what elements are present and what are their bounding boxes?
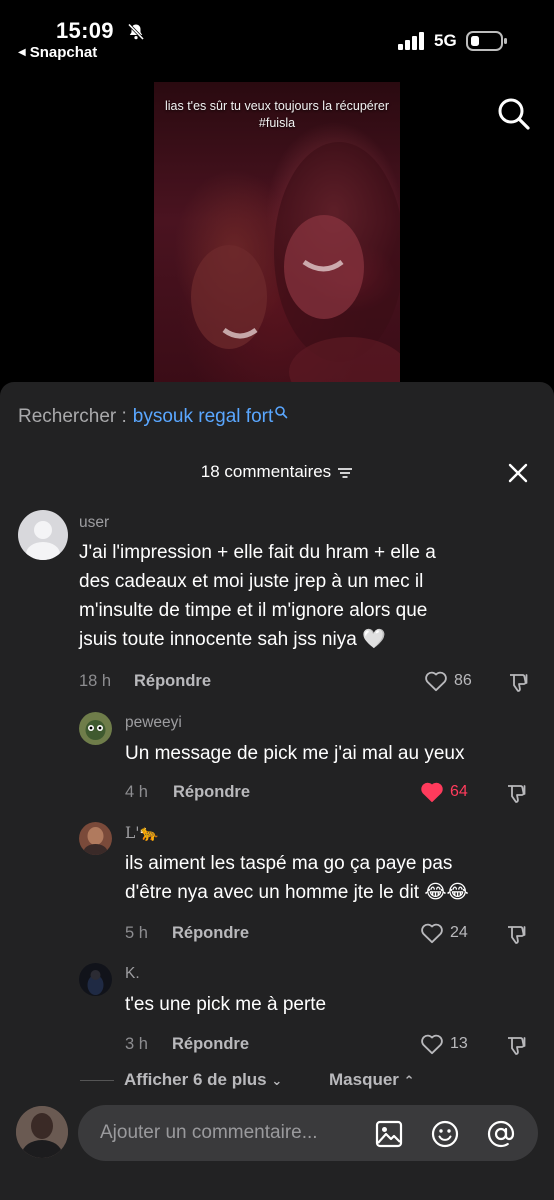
reply-button[interactable]: Répondre (173, 783, 250, 802)
avatar-image (87, 970, 104, 995)
thread-divider (80, 1080, 114, 1081)
comment-line: J'ai l'impression + elle fait du hram + … (79, 542, 436, 563)
comment-line: jsuis toute innocente sah jss niya 🤍 (79, 629, 386, 650)
video-caption: lias t'es sûr tu veux toujours la récupé… (154, 98, 400, 132)
comment-username[interactable]: L'🐆 (125, 824, 159, 842)
reply-button[interactable]: Répondre (172, 924, 249, 943)
avatar[interactable] (18, 510, 68, 560)
comment-time: 5 h (125, 924, 148, 942)
related-search-term[interactable]: bysouk regal fort (133, 406, 273, 428)
hide-replies-button[interactable]: Masquer ⌃ (329, 1070, 415, 1090)
comment-line: d'être nya avec un homme jte le dit 😂😂 (125, 882, 469, 903)
close-icon[interactable] (506, 461, 530, 485)
search-icon[interactable] (496, 96, 532, 132)
comment-line: des cadeaux et moi juste jrep à un mec i… (79, 571, 424, 592)
comment-username[interactable]: peweeyi (125, 714, 182, 732)
network-type: 5G (434, 31, 457, 50)
avatar-image (83, 827, 108, 855)
back-to-app-link[interactable]: ◀ Snapchat (18, 44, 97, 61)
comment-time: 3 h (125, 1035, 148, 1053)
like-count: 13 (450, 1035, 468, 1052)
like-count: 24 (450, 924, 468, 941)
thread-controls: Afficher 6 de plus ⌄ Masquer ⌃ (0, 1068, 554, 1092)
back-app-label: Snapchat (29, 44, 98, 61)
heart-outline-icon (425, 671, 447, 692)
like-button[interactable]: 86 (424, 670, 472, 692)
video-player[interactable]: lias t'es sûr tu veux toujours la récupé… (154, 82, 400, 388)
reply-button[interactable]: Répondre (134, 672, 211, 691)
comment-time: 4 h (125, 783, 148, 801)
mention-icon[interactable] (486, 1119, 516, 1149)
comments-count-header[interactable]: 18 commentaires (0, 462, 554, 482)
chevron-down-icon: ⌄ (271, 1073, 283, 1088)
comment-meta: 18 h Répondre (79, 672, 211, 691)
comment-meta: 3 h Répondre (125, 1035, 249, 1054)
thumbs-down-icon[interactable] (507, 671, 531, 695)
comment-input[interactable]: Ajouter un commentaire... (78, 1105, 538, 1161)
comment-text: ils aiment les taspé ma go ça paye pas d… (125, 849, 540, 907)
sort-icon[interactable] (337, 467, 353, 479)
hide-label: Masquer (329, 1070, 399, 1089)
thumbs-down-icon[interactable] (505, 1034, 529, 1058)
avatar[interactable] (79, 822, 112, 855)
heart-filled-icon (421, 782, 443, 802)
like-button[interactable]: 13 (420, 1033, 468, 1055)
back-triangle-icon: ◀ (18, 47, 26, 58)
reply-button[interactable]: Répondre (172, 1035, 249, 1054)
comment-text: Un message de pick me j'ai mal au yeux (125, 739, 535, 768)
small-search-icon (275, 406, 288, 419)
comment-line: t'es une pick me à perte (125, 994, 327, 1015)
signal-icon (398, 32, 424, 50)
like-count: 86 (454, 672, 472, 689)
comment-composer: Ajouter un commentaire... (0, 1098, 554, 1170)
comment-username[interactable]: user (79, 514, 109, 532)
comment-username[interactable]: K. (125, 965, 140, 983)
comment-text: t'es une pick me à perte (125, 990, 535, 1019)
battery-icon (466, 31, 507, 51)
comment-line: m'insulte de timpe et il m'ignore alors … (79, 600, 428, 621)
related-search[interactable]: Rechercher : bysouk regal fort (18, 406, 288, 428)
caption-line-1: lias t'es sûr tu veux toujours la récupé… (164, 99, 390, 113)
show-more-replies-button[interactable]: Afficher 6 de plus ⌄ (124, 1070, 282, 1090)
image-icon[interactable] (374, 1119, 404, 1149)
comments-count: 18 commentaires (200, 462, 332, 481)
comment-text: J'ai l'impression + elle fait du hram + … (79, 538, 519, 654)
comment-line: ils aiment les taspé ma go ça paye pas (125, 853, 453, 874)
like-button[interactable]: 64 (420, 781, 468, 803)
my-avatar[interactable] (16, 1106, 68, 1158)
related-search-prefix: Rechercher : (18, 406, 127, 427)
default-avatar-icon (26, 521, 60, 560)
comment-input-placeholder: Ajouter un commentaire... (100, 1122, 318, 1143)
avatar[interactable] (79, 963, 112, 996)
heart-outline-icon (421, 1034, 443, 1055)
comment-time: 18 h (79, 672, 112, 690)
bell-slash-icon (127, 23, 145, 41)
thumbs-down-icon[interactable] (505, 923, 529, 947)
clock: 15:09 (56, 18, 114, 43)
show-more-label: Afficher 6 de plus (124, 1070, 267, 1089)
caption-hashtag[interactable]: #fuisla (154, 115, 400, 132)
status-bar: 15:09 ◀ Snapchat 5G (0, 0, 554, 70)
comment-line: Un message de pick me j'ai mal au yeux (125, 743, 465, 764)
thumbs-down-icon[interactable] (505, 782, 529, 806)
comment-meta: 4 h Répondre (125, 783, 250, 802)
comment-meta: 5 h Répondre (125, 924, 249, 943)
avatar-image (85, 720, 106, 740)
heart-outline-icon (421, 923, 443, 944)
like-button[interactable]: 24 (420, 922, 468, 944)
like-count: 64 (450, 783, 468, 800)
emoji-icon[interactable] (430, 1119, 460, 1149)
avatar[interactable] (79, 712, 112, 745)
chevron-up-icon: ⌃ (403, 1073, 415, 1088)
avatar-image (16, 1106, 68, 1158)
